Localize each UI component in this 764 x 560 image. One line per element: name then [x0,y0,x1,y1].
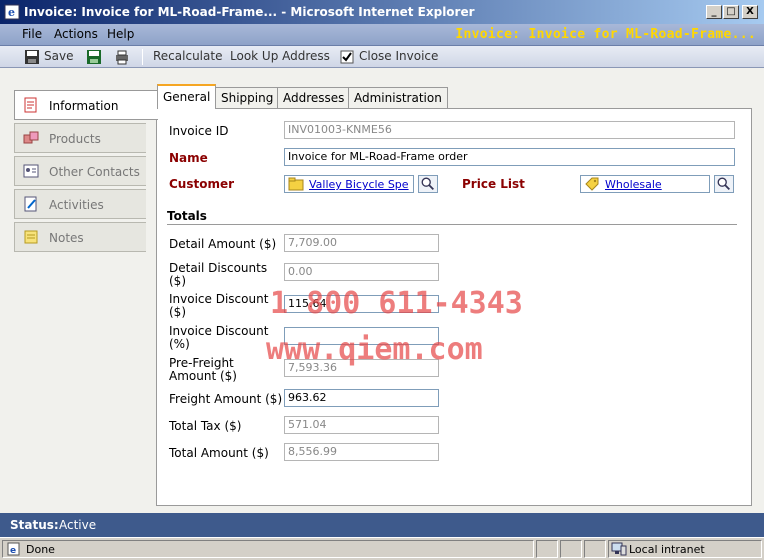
invoice-discount-percent-label-unit: (%) [169,337,190,351]
magnifier-icon [421,177,434,190]
save-and-close-icon[interactable] [86,49,102,65]
customer-label: Customer [169,177,235,191]
price-list-lookup-button[interactable] [714,175,734,193]
status-value: Active [59,518,97,532]
status-pane [560,540,582,558]
browser-status-bar: e Done Local intranet [0,537,764,560]
price-list-link[interactable]: Wholesale [605,178,662,191]
notes-icon [24,230,38,244]
detail-amount-label: Detail Amount ($) [169,237,277,251]
watermark-site: www.qiem.com [266,332,483,367]
save-button[interactable]: Save [44,49,73,63]
menu-bar: File Actions Help Invoice: Invoice for M… [0,24,764,46]
nav-label: Other Contacts [49,165,140,179]
security-zone: Local intranet [629,543,705,556]
detail-discounts-field[interactable]: 0.00 [284,263,439,281]
total-tax-label: Total Tax ($) [169,419,242,433]
products-icon [23,131,39,144]
minimize-button[interactable]: _ [706,5,722,19]
menu-file[interactable]: File [22,27,42,41]
window-title: Invoice: Invoice for ML-Road-Frame... - … [24,5,475,19]
tab-general[interactable]: General [157,84,217,109]
menu-actions[interactable]: Actions [54,27,98,41]
tab-administration[interactable]: Administration [348,87,448,109]
information-icon [24,97,37,113]
price-list-lookup-field[interactable]: Wholesale [580,175,710,193]
close-window-button[interactable]: X [742,5,758,19]
detail-discounts-label-unit: ($) [169,274,186,288]
account-icon [288,177,304,191]
nav-label: Notes [49,231,84,245]
record-status-bar: Status: Active [0,513,764,537]
freight-amount-field[interactable]: 963.62 [284,389,439,407]
close-invoice-button[interactable]: Close Invoice [359,49,438,63]
freight-amount-label: Freight Amount ($) [169,392,283,406]
status-text-pane [2,540,534,558]
total-amount-label: Total Amount ($) [169,446,269,460]
intranet-icon [611,542,627,556]
nav-item-other-contacts[interactable]: Other Contacts [14,156,146,186]
total-tax-field[interactable]: 571.04 [284,416,439,434]
look-up-address-button[interactable]: Look Up Address [230,49,330,63]
status-pane [536,540,558,558]
pre-freight-label-unit: Amount ($) [169,369,237,383]
tab-addresses[interactable]: Addresses [277,87,351,109]
name-label: Name [169,151,208,165]
detail-amount-field[interactable]: 7,709.00 [284,234,439,252]
status-pane [584,540,606,558]
toolbar: Save Recalculate Look Up Address Close I… [0,46,764,68]
page-done-icon: e [7,542,20,556]
customer-link[interactable]: Valley Bicycle Spe [309,178,409,191]
activities-icon [24,196,37,212]
contacts-icon [23,164,39,178]
menu-help[interactable]: Help [107,27,134,41]
magnifier-icon [717,177,730,190]
invoice-id-field[interactable]: INV01003-KNME56 [284,121,735,139]
nav-label: Products [49,132,101,146]
total-amount-field[interactable]: 8,556.99 [284,443,439,461]
tab-shipping[interactable]: Shipping [215,87,280,109]
invoice-id-label: Invoice ID [169,124,229,138]
nav-item-information[interactable]: Information [14,90,158,120]
toolbar-separator [142,49,143,65]
record-title: Invoice: Invoice for ML-Road-Frame... [455,27,756,42]
svg-text:e: e [10,546,16,556]
internet-explorer-icon: e [4,4,20,20]
maximize-button[interactable]: □ [723,5,739,19]
nav-item-products[interactable]: Products [14,123,146,153]
nav-item-notes[interactable]: Notes [14,222,146,252]
nav-label: Information [49,99,119,113]
price-list-label: Price List [462,177,525,191]
svg-text:e: e [8,6,15,19]
customer-lookup-field[interactable]: Valley Bicycle Spe [284,175,414,193]
customer-lookup-button[interactable] [418,175,438,193]
window-title-bar[interactable]: e Invoice: Invoice for ML-Road-Frame... … [0,0,764,24]
name-field[interactable]: Invoice for ML-Road-Frame order [284,148,735,166]
invoice-discount-label-unit: ($) [169,305,186,319]
status-text: Done [26,543,55,556]
price-list-icon [585,177,599,191]
recalculate-button[interactable]: Recalculate [153,49,222,63]
checkbox-icon[interactable] [339,49,355,65]
status-label: Status: [10,518,59,532]
totals-heading: Totals [167,209,207,223]
section-divider [167,224,737,225]
print-icon[interactable] [114,49,130,65]
nav-item-activities[interactable]: Activities [14,189,146,219]
watermark-phone: 1 800 611-4343 [270,286,523,321]
nav-label: Activities [49,198,104,212]
save-icon[interactable] [24,49,40,65]
